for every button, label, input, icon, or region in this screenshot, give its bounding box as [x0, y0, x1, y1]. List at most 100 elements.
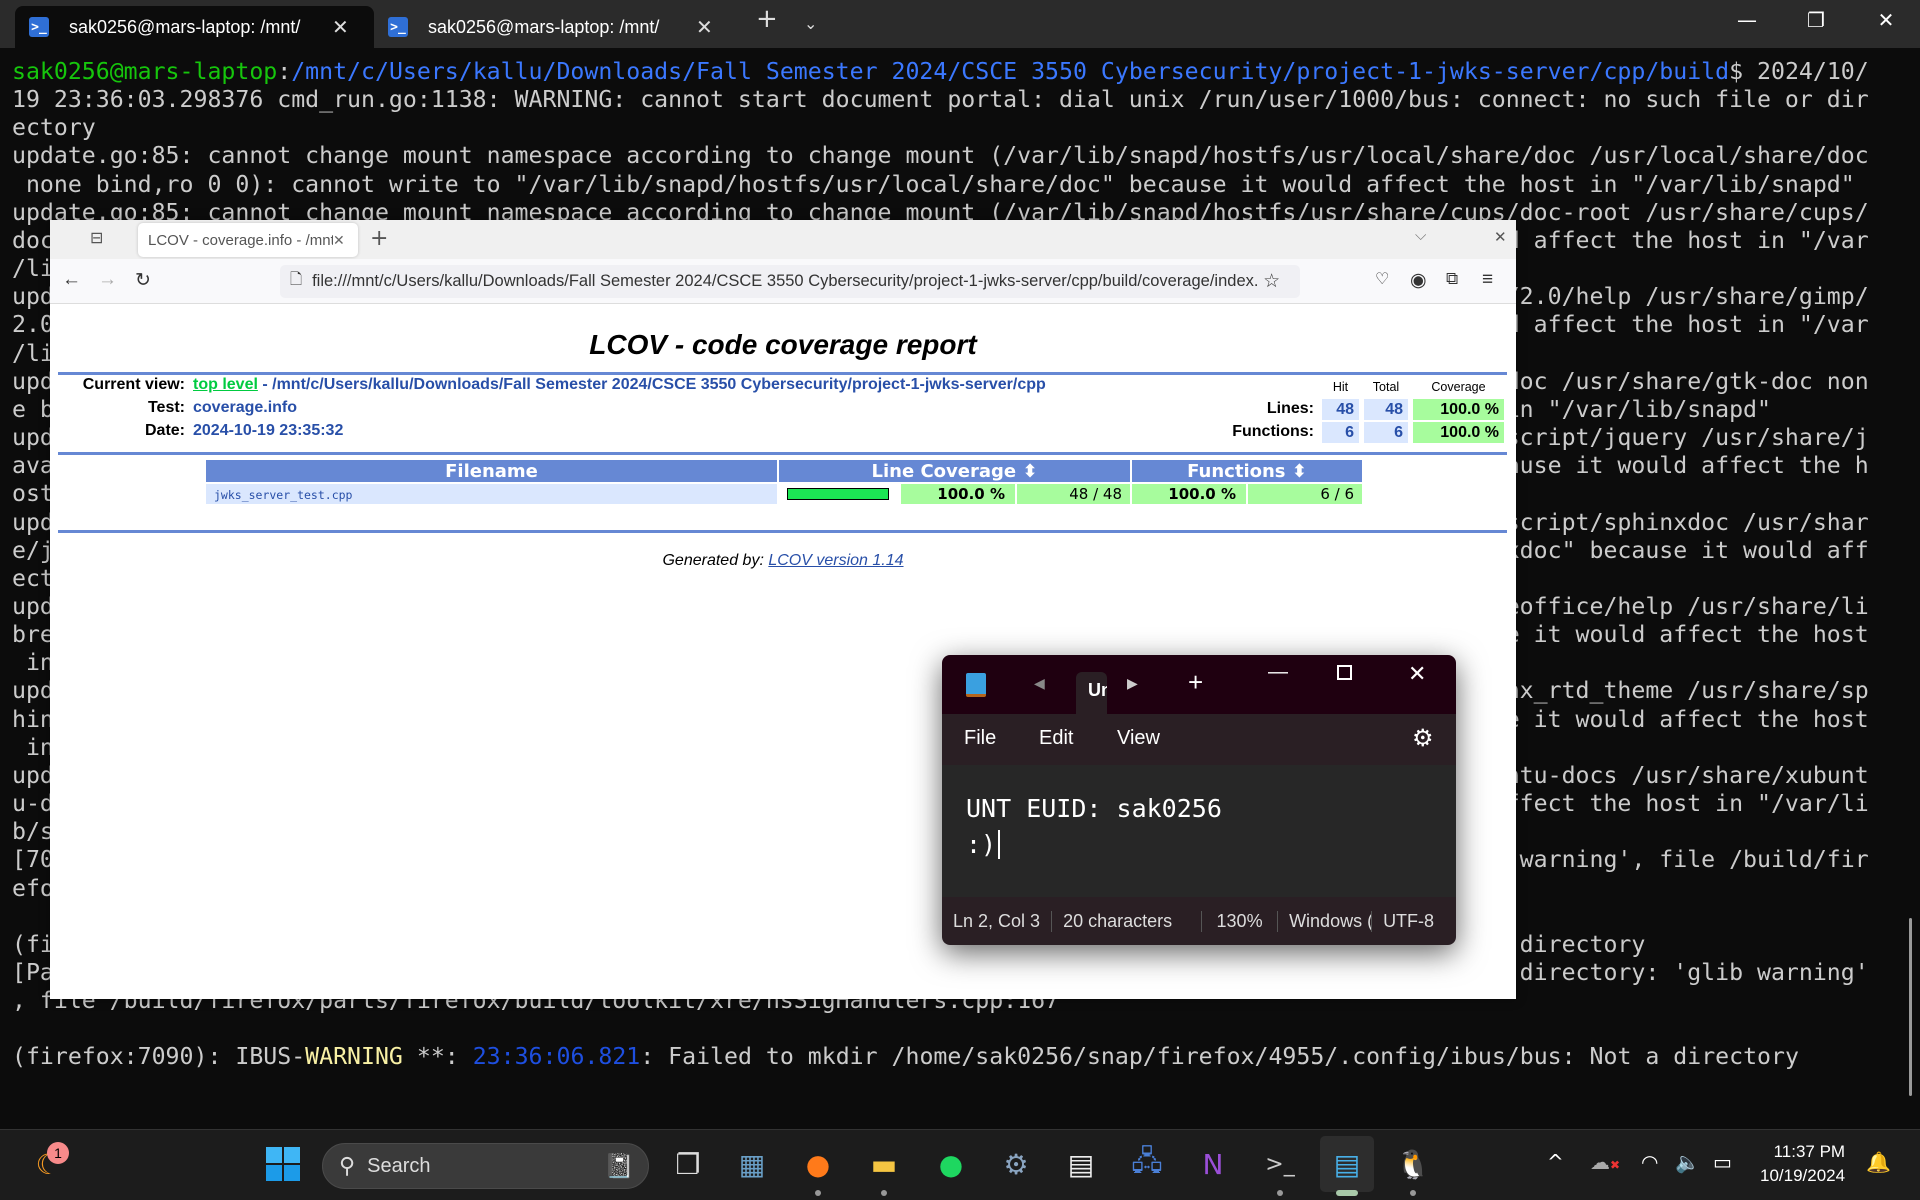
start-button[interactable]: [263, 1144, 303, 1184]
filename-cell: jwks_server_test.cpp: [206, 484, 777, 504]
notification-badge: 1: [47, 1142, 69, 1164]
new-tab-button[interactable]: +: [370, 226, 388, 251]
prompt-line: sak0256@mars-laptop:/mnt/c/Users/kallu/D…: [12, 58, 1869, 86]
volume-icon[interactable]: 🔈: [1675, 1150, 1700, 1174]
line-ending: Windows (CRLF): [1278, 910, 1373, 932]
scroll-tabs-right-icon[interactable]: ▶: [1127, 675, 1138, 692]
notepad-tab[interactable]: Untitled: [1076, 672, 1107, 714]
restore-button[interactable]: ❐: [1796, 8, 1836, 32]
running-indicator: [815, 1190, 821, 1196]
tab-overflow-chevron-icon[interactable]: ⌵: [1415, 226, 1426, 244]
terminal-scrollbar[interactable]: [1909, 918, 1912, 1096]
generated-by: Generated by: LCOV version 1.14: [50, 552, 1516, 570]
terminal-icon[interactable]: >_: [1260, 1144, 1300, 1184]
file-link[interactable]: jwks_server_test.cpp: [214, 488, 352, 502]
log-text: **:: [402, 1043, 473, 1071]
warning-keyword: WARNING: [305, 1043, 403, 1071]
account-icon[interactable]: ◉: [1410, 269, 1427, 292]
settings-icon[interactable]: ⚙: [996, 1144, 1036, 1184]
close-tab-icon[interactable]: ✕: [332, 15, 349, 40]
url-text[interactable]: file:///mnt/c/Users/kallu/Downloads/Fall…: [312, 272, 1257, 291]
bookmark-star-icon[interactable]: ☆: [1263, 270, 1280, 293]
running-indicator: [1410, 1190, 1416, 1196]
forward-arrow-icon[interactable]: →: [98, 269, 117, 291]
notepad-app-icon: [966, 673, 986, 697]
tab-dropdown-chevron-icon[interactable]: ⌄: [804, 14, 817, 33]
wifi-icon[interactable]: ◠: [1641, 1150, 1658, 1174]
function-coverage-count: 6 / 6: [1248, 484, 1362, 504]
close-window-button[interactable]: ✕: [1494, 228, 1507, 246]
show-hidden-icons-chevron[interactable]: ^: [1547, 1150, 1564, 1174]
zoom-level: 130%: [1202, 910, 1279, 932]
coverage-bar-cell: [779, 484, 899, 504]
network-connections-icon[interactable]: 🖧: [1127, 1144, 1167, 1184]
scroll-tabs-left-icon[interactable]: ◀: [1034, 675, 1045, 692]
running-indicator: [1277, 1190, 1283, 1196]
extensions-icon[interactable]: ⧉: [1446, 269, 1458, 289]
divider: [58, 452, 1507, 455]
spotify-icon[interactable]: ●: [931, 1144, 971, 1184]
line-coverage-header[interactable]: Line Coverage ⬍: [779, 460, 1130, 482]
browser-tab-lcov[interactable]: LCOV - coverage.info - /mnt/c/Users/kall…: [138, 223, 358, 257]
new-tab-button[interactable]: +: [1188, 667, 1203, 698]
log-text: (firefox:7090): IBUS-: [12, 1043, 306, 1071]
log-text: : Failed to mkdir /home/sak0256/snap/fir…: [640, 1043, 1799, 1071]
cursor-position: Ln 2, Col 3: [942, 910, 1053, 932]
menu-view[interactable]: View: [1117, 727, 1160, 750]
terminal-tab-2[interactable]: >_ sak0256@mars-laptop: /mnt/ ✕: [374, 6, 734, 48]
close-tab-icon[interactable]: ✕: [696, 15, 713, 40]
file-coverage-table: Filename Line Coverage ⬍ Functions ⬍ jwk…: [204, 458, 1364, 506]
file-explorer-icon[interactable]: ▬: [864, 1144, 904, 1184]
coverage-bar: [787, 488, 889, 500]
onenote-icon[interactable]: N: [1193, 1144, 1233, 1184]
firefox-icon[interactable]: ●: [798, 1144, 838, 1184]
top-level-link[interactable]: top level: [193, 376, 258, 393]
microsoft-store-icon[interactable]: ▤: [1061, 1144, 1101, 1184]
notifications-bell-icon[interactable]: 🔔: [1866, 1150, 1891, 1174]
menu-edit[interactable]: Edit: [1039, 727, 1073, 750]
test-label: Test:: [147, 399, 185, 416]
text-line: :): [966, 827, 1456, 863]
running-indicator: [881, 1190, 887, 1196]
notepad-text-area[interactable]: UNT EUID: sak0256:): [942, 765, 1456, 897]
page-file-icon: 🗋: [290, 271, 303, 288]
battery-charging-icon[interactable]: ▭: [1713, 1150, 1732, 1174]
notepad-window: ◀ Untitled ▶ + — ✕ File Edit View ⚙ UNT …: [942, 655, 1456, 945]
close-window-button[interactable]: ✕: [1866, 8, 1906, 32]
character-count: 20 characters: [1052, 910, 1203, 932]
task-view-icon[interactable]: ❐: [668, 1144, 708, 1184]
tab-list-icon[interactable]: ⊟: [90, 228, 103, 247]
onedrive-error-icon[interactable]: ☁✖: [1590, 1150, 1620, 1174]
minimize-button[interactable]: —: [1268, 661, 1288, 684]
calculator-icon[interactable]: ▦: [732, 1144, 772, 1184]
new-tab-button[interactable]: +: [756, 4, 778, 34]
prompt-user: sak0256@mars-laptop: [12, 58, 278, 85]
taskbar-search-box[interactable]: ⚲ Search 📓: [322, 1143, 649, 1189]
terminal-tab-1[interactable]: >_ sak0256@mars-laptop: /mnt/ ✕: [15, 6, 374, 48]
pocket-icon[interactable]: ♡: [1375, 269, 1389, 289]
lcov-version-link[interactable]: LCOV version 1.14: [768, 552, 903, 569]
functions-label: Functions:: [1232, 423, 1314, 440]
functions-header[interactable]: Functions ⬍: [1132, 460, 1362, 482]
maximize-button[interactable]: [1337, 665, 1352, 680]
powershell-icon: >_: [388, 17, 408, 37]
back-arrow-icon[interactable]: ←: [62, 269, 81, 291]
line-coverage-percent: 100.0 %: [901, 484, 1015, 504]
taskbar: ☾ 1 ⚲ Search 📓 ❐ ▦ ● ▬ ● ⚙ ▤ 🖧 N >_ ▤ 🐧 ^ …: [0, 1129, 1920, 1200]
functions-total: 6: [1364, 422, 1408, 443]
text-cursor: [998, 830, 1001, 859]
reload-icon[interactable]: ↻: [135, 269, 151, 292]
menu-file[interactable]: File: [964, 727, 996, 750]
wsl-penguin-icon[interactable]: 🐧: [1393, 1144, 1433, 1184]
search-placeholder: Search: [367, 1154, 431, 1177]
text-line: UNT EUID: sak0256: [966, 794, 1222, 823]
close-tab-icon[interactable]: ✕: [333, 232, 345, 249]
url-bar[interactable]: 🗋 file:///mnt/c/Users/kallu/Downloads/Fa…: [280, 265, 1300, 298]
notepad-menu-bar: File Edit View ⚙: [942, 714, 1456, 765]
notepad-taskbar-icon[interactable]: ▤: [1320, 1136, 1374, 1192]
close-button[interactable]: ✕: [1408, 661, 1426, 687]
settings-gear-icon[interactable]: ⚙: [1412, 724, 1434, 753]
menu-hamburger-icon[interactable]: ≡: [1482, 269, 1493, 291]
minimize-button[interactable]: —: [1727, 8, 1767, 32]
clock[interactable]: 11:37 PM 10/19/2024: [1760, 1140, 1845, 1188]
